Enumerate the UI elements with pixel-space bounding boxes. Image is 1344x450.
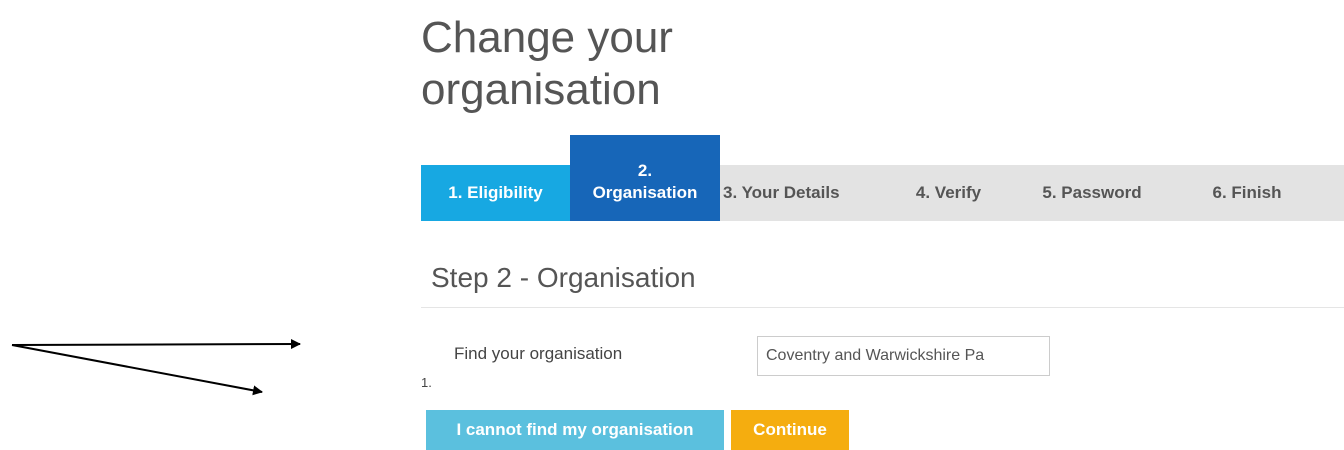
cannot-find-organisation-button[interactable]: I cannot find my organisation [426,410,724,450]
continue-button[interactable]: Continue [731,410,849,450]
step-verify[interactable]: 4. Verify [901,165,996,221]
step-number: 2. [637,161,653,180]
wizard-steps: 1. Eligibility 2. Organisation 3. Your D… [421,135,1344,221]
step-label: 1. Eligibility [448,183,543,202]
arrow-line [11,339,301,350]
step-label: Organisation [592,183,698,202]
step-eligibility[interactable]: 1. Eligibility [421,165,570,221]
step-password[interactable]: 5. Password [1027,165,1157,221]
step-heading: Step 2 - Organisation [431,262,696,293]
organisation-search-input[interactable] [757,336,1050,376]
step-label: 5. Password [1042,183,1142,202]
step-label: 4. Verify [915,183,982,202]
step-organisation[interactable]: 2. Organisation [570,135,720,221]
step-finish[interactable]: 6. Finish [1197,165,1297,221]
annotation-arrows [11,339,301,396]
section-divider [421,307,1344,308]
find-organisation-label: Find your organisation [454,344,623,363]
list-number: 1. [421,375,432,390]
step-label: 6. Finish [1212,183,1282,202]
page-title: Change your organisation [421,13,673,114]
step-label: 3. Your Details [723,183,840,202]
arrow-line [11,344,263,396]
step-your-details[interactable]: 3. Your Details [721,165,878,221]
